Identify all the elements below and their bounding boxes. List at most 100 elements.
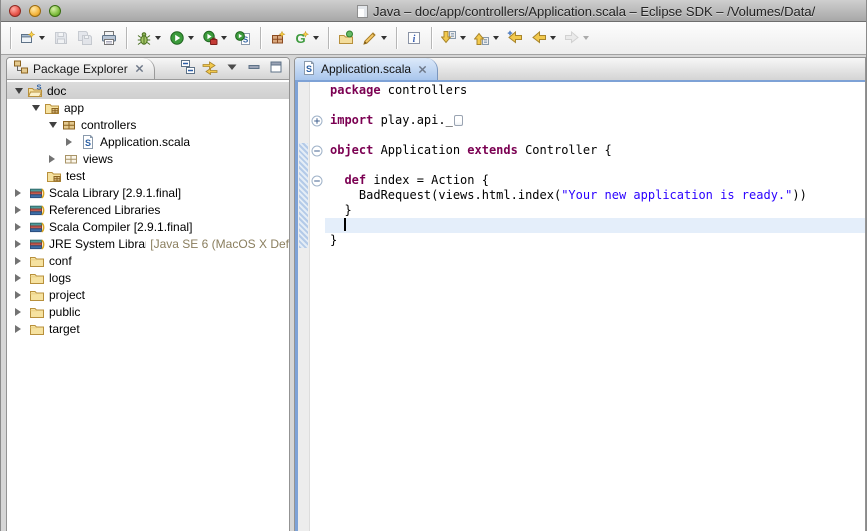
maximize-button[interactable] [267,58,285,81]
new-class-button[interactable]: G [290,27,323,49]
disclosure-collapsed-icon[interactable] [15,274,21,282]
code-line-11[interactable]: } [325,233,865,248]
last-edit-location-button[interactable] [503,27,527,49]
tree-item-label: controllers [81,118,136,132]
tree-item-views[interactable]: views [7,150,289,167]
tree-item-scala-compiler-2-9-1-final[interactable]: Scala Compiler [2.9.1.final] [7,218,289,235]
document-proxy-icon [357,5,368,18]
new-wizard-button[interactable] [16,27,49,49]
dropdown-arrow-icon[interactable] [460,36,466,40]
code-line-10[interactable] [325,218,865,233]
debug-button[interactable] [132,27,165,49]
tree-item-application-scala[interactable]: SApplication.scala [7,133,289,150]
collapse-all-button[interactable] [179,58,197,81]
code-line-5[interactable]: object Application extends Controller { [325,143,865,158]
next-annotation-button[interactable] [437,27,470,49]
disclosure-collapsed-icon[interactable] [15,189,21,197]
run-button[interactable] [165,27,198,49]
tree-item-target[interactable]: target [7,320,289,337]
tree-item-label: logs [49,271,71,285]
disclosure-expanded-icon[interactable] [32,105,40,111]
code-area[interactable]: package controllers import play.api._obje… [325,82,865,531]
run-external-icon [202,30,218,46]
editor-tabbar: S Application.scala [295,58,865,80]
disclosure-collapsed-icon[interactable] [49,155,55,163]
disclosure-collapsed-icon[interactable] [15,240,21,248]
code-line-8[interactable]: BadRequest(views.html.index("Your new ap… [325,188,865,203]
dropdown-arrow-icon[interactable] [39,36,45,40]
tree-item-scala-library-2-9-1-final[interactable]: Scala Library [2.9.1.final] [7,184,289,201]
new-package-button[interactable] [266,27,290,49]
code-line-3[interactable]: import play.api._ [325,113,865,128]
info-toggle-button[interactable]: i [402,27,426,49]
code-line-1[interactable]: package controllers [325,83,865,98]
library-icon [29,236,45,252]
view-menu-button[interactable] [223,58,241,81]
run-external-button[interactable] [198,27,231,49]
tree-item-doc[interactable]: Sdoc [7,82,289,99]
disclosure-collapsed-icon[interactable] [15,206,21,214]
dropdown-arrow-icon[interactable] [313,36,319,40]
fold-minus-icon[interactable] [311,174,323,186]
back-button[interactable] [527,27,560,49]
disclosure-collapsed-icon[interactable] [66,138,72,146]
dropdown-arrow-icon[interactable] [221,36,227,40]
code-line-7[interactable]: def index = Action { [325,173,865,188]
close-editor-icon[interactable] [418,65,427,74]
zoom-window-button[interactable] [49,5,61,17]
package-explorer-body: Sdocapp controllersSApplication.scalaview… [7,80,289,531]
tree-item-logs[interactable]: logs [7,269,289,286]
tree-item-test[interactable]: test [7,167,289,184]
disclosure-collapsed-icon[interactable] [15,325,21,333]
close-window-button[interactable] [9,5,21,17]
run-scala-button[interactable]: S [231,27,255,49]
tree-item-label: doc [47,84,66,98]
dropdown-arrow-icon[interactable] [381,36,387,40]
minimize-window-button[interactable] [29,5,41,17]
tree-item-project[interactable]: project [7,286,289,303]
fold-plus-icon[interactable] [311,114,323,126]
close-view-icon[interactable] [135,64,144,73]
disclosure-expanded-icon[interactable] [15,88,23,94]
open-resource-button[interactable] [334,27,358,49]
link-with-editor-button[interactable] [201,58,219,81]
folder-icon [29,287,45,303]
code-token: } [330,233,337,247]
dropdown-arrow-icon[interactable] [155,36,161,40]
code-line-6[interactable] [325,158,865,173]
code-line-4[interactable] [325,128,865,143]
dropdown-arrow-icon[interactable] [550,36,556,40]
dropdown-arrow-icon[interactable] [493,36,499,40]
mark-occurrences-button[interactable] [358,27,391,49]
next-annotation-icon [441,30,457,46]
tree-item-app[interactable]: app [7,99,289,116]
minimize-button[interactable] [245,58,263,81]
code-line-9[interactable]: } [325,203,865,218]
tree-item-referenced-libraries[interactable]: Referenced Libraries [7,201,289,218]
dropdown-arrow-icon[interactable] [188,36,194,40]
tree-item-conf[interactable]: conf [7,252,289,269]
dropdown-arrow-icon[interactable] [583,36,589,40]
tree-item-controllers[interactable]: controllers [7,116,289,133]
package-explorer-tab[interactable]: Package Explorer [7,58,155,79]
disclosure-expanded-icon[interactable] [49,122,57,128]
disclosure-collapsed-icon[interactable] [15,308,21,316]
tree-item-jre-system-library[interactable]: JRE System Library[Java SE 6 (MacOS X De… [7,235,289,252]
tree-item-public[interactable]: public [7,303,289,320]
editor-tab-application-scala[interactable]: S Application.scala [295,58,438,80]
code-line-2[interactable] [325,98,865,113]
toolbar-separator [396,27,397,49]
code-token: import [330,113,373,127]
annotation-ruler[interactable] [298,82,310,531]
previous-annotation-button[interactable] [470,27,503,49]
package-explorer-tabbar: Package Explorer [7,58,289,80]
folding-ruler[interactable] [310,82,325,531]
print-button[interactable] [97,27,121,49]
disclosure-collapsed-icon[interactable] [15,291,21,299]
disclosure-collapsed-icon[interactable] [15,257,21,265]
disclosure-collapsed-icon[interactable] [15,223,21,231]
collapsed-code-icon[interactable] [454,115,463,126]
text-cursor [344,218,346,231]
fold-minus-icon[interactable] [311,144,323,156]
svg-text:S: S [36,83,41,92]
